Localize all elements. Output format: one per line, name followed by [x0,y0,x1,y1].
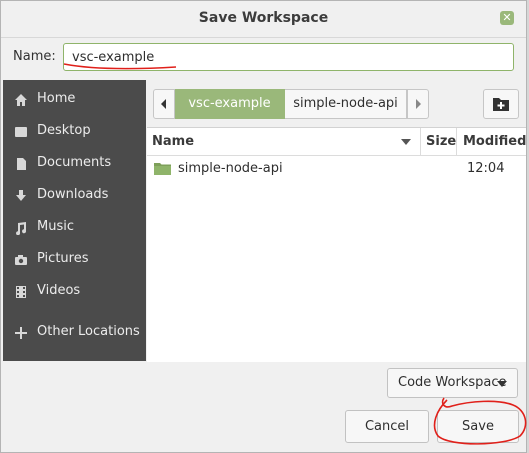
sidebar-item-label: Downloads [37,187,109,202]
sidebar-item-label: Desktop [37,123,91,138]
cancel-button[interactable]: Cancel [345,410,429,443]
save-button[interactable]: Save [437,410,519,443]
column-header-label: Size [426,134,457,149]
name-input[interactable] [63,43,514,71]
path-forward-button[interactable] [407,89,429,119]
path-back-button[interactable] [153,89,175,119]
dialog-title: Save Workspace [198,10,329,26]
column-header-label: Modified [463,134,527,149]
path-bar: vsc-example simple-node-api [147,80,526,126]
sidebar-item-desktop[interactable]: Desktop [3,117,146,147]
chevron-down-icon [497,381,507,387]
places-sidebar: Home Desktop Documents Downloads Music P… [3,80,146,361]
new-folder-icon [493,98,509,111]
sidebar-item-pictures[interactable]: Pictures [3,245,146,275]
download-icon [16,190,26,201]
column-header-name[interactable]: Name [147,128,421,156]
new-folder-button[interactable] [483,89,519,119]
chevron-left-icon [161,99,166,109]
table-row[interactable]: simple-node-api 12:04 [147,157,526,181]
sidebar-item-label: Pictures [37,251,89,266]
sidebar-item-downloads[interactable]: Downloads [3,181,146,211]
sidebar-item-label: Videos [37,283,81,298]
sidebar-item-label: Music [37,219,74,234]
sidebar-item-label: Other Locations [37,324,140,339]
desktop-icon [15,127,27,137]
path-crumb-vsc-example[interactable]: vsc-example [175,89,285,119]
file-name: simple-node-api [178,161,283,176]
document-icon [17,158,26,170]
file-list: Name Size Modified simple-node-api 12:04 [147,127,526,362]
folder-icon [154,163,171,175]
music-icon [16,222,27,235]
sidebar-item-music[interactable]: Music [3,213,146,243]
home-icon [15,94,27,106]
sidebar-item-home[interactable]: Home [3,85,146,115]
sidebar-item-documents[interactable]: Documents [3,149,146,179]
path-crumb-simple-node-api[interactable]: simple-node-api [285,89,407,119]
camera-icon [15,255,27,265]
column-header-modified[interactable]: Modified [457,128,526,156]
title-bar: Save Workspace ✕ [1,1,526,38]
sidebar-item-label: Home [37,91,76,106]
filter-selected-value: Code Workspace [398,375,507,390]
sidebar-item-other-locations[interactable]: Other Locations [3,318,146,348]
film-icon [16,286,26,298]
name-row: Name: [1,38,526,76]
name-label: Name: [13,49,56,64]
sidebar-item-videos[interactable]: Videos [3,277,146,307]
close-icon[interactable]: ✕ [500,11,514,25]
file-type-filter[interactable]: Code Workspace [387,368,518,398]
file-modified: 12:04 [467,161,505,176]
chevron-right-icon [416,99,421,109]
column-header-label: Name [152,134,195,149]
column-header-size[interactable]: Size [421,128,457,156]
sidebar-item-label: Documents [37,155,112,170]
save-workspace-dialog: Save Workspace ✕ Name: Home Desktop Docu… [0,0,527,453]
sort-down-icon [401,139,411,145]
plus-icon [15,327,27,339]
